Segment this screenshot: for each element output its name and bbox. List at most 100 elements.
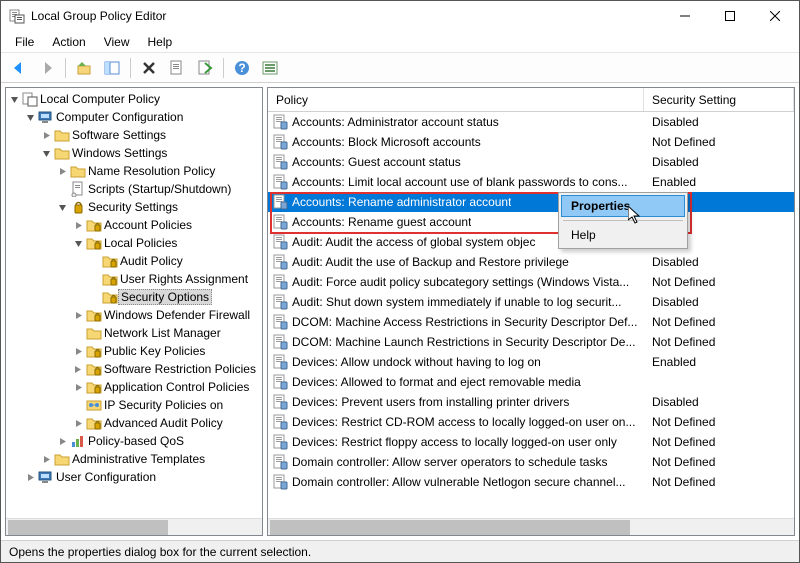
policy-setting: Not Defined: [644, 415, 794, 429]
toolbar-separator: [223, 58, 224, 78]
expand-icon[interactable]: [70, 415, 86, 431]
maximize-button[interactable]: [707, 2, 752, 30]
policy-row[interactable]: DCOM: Machine Access Restrictions in Sec…: [268, 312, 794, 332]
policy-row[interactable]: Accounts: Rename administrator accountat…: [268, 192, 794, 212]
show-hide-tree-button[interactable]: [100, 56, 124, 80]
context-menu-help[interactable]: Help: [561, 224, 685, 246]
tree-node[interactable]: Public Key Policies: [6, 342, 262, 360]
horizontal-scrollbar[interactable]: [6, 518, 262, 535]
policy-row[interactable]: Audit: Audit the use of Backup and Resto…: [268, 252, 794, 272]
fold-icon: [86, 325, 102, 341]
tree-node[interactable]: Security Settings: [6, 198, 262, 216]
delete-button[interactable]: [137, 56, 161, 80]
expand-icon[interactable]: [70, 379, 86, 395]
policy-row[interactable]: Domain controller: Allow server operator…: [268, 452, 794, 472]
context-menu-properties[interactable]: Properties: [561, 195, 685, 217]
policy-row[interactable]: Domain controller: Allow vulnerable Netl…: [268, 472, 794, 492]
policy-list[interactable]: Accounts: Administrator account statusDi…: [268, 112, 794, 518]
collapse-icon[interactable]: [22, 109, 38, 125]
policy-name: Domain controller: Allow vulnerable Netl…: [292, 475, 626, 489]
column-policy[interactable]: Policy: [268, 88, 644, 111]
filter-button[interactable]: [258, 56, 282, 80]
policy-setting: Enabled: [644, 175, 794, 189]
tree-node[interactable]: Advanced Audit Policy: [6, 414, 262, 432]
tree-node[interactable]: Policy-based QoS: [6, 432, 262, 450]
tree-node[interactable]: Windows Settings: [6, 144, 262, 162]
collapse-icon[interactable]: [70, 235, 86, 251]
policy-name: Devices: Allowed to format and eject rem…: [292, 375, 581, 389]
expand-icon[interactable]: [54, 433, 70, 449]
policy-row[interactable]: Accounts: Block Microsoft accountsNot De…: [268, 132, 794, 152]
tree-node[interactable]: Security Options: [6, 288, 262, 306]
policy-row[interactable]: Devices: Restrict floppy access to local…: [268, 432, 794, 452]
policy-row[interactable]: Accounts: Limit local account use of bla…: [268, 172, 794, 192]
tree-node[interactable]: Administrative Templates: [6, 450, 262, 468]
expand-icon[interactable]: [70, 217, 86, 233]
pc-icon: [38, 109, 54, 125]
collapse-icon[interactable]: [6, 91, 22, 107]
tree-spacer: [70, 325, 86, 341]
expand-icon[interactable]: [38, 127, 54, 143]
policy-name: Devices: Allow undock without having to …: [292, 355, 541, 369]
policy-row[interactable]: Devices: Allow undock without having to …: [268, 352, 794, 372]
tree-node[interactable]: Software Restriction Policies: [6, 360, 262, 378]
tree-spacer: [86, 253, 102, 269]
policy-row[interactable]: Devices: Restrict CD-ROM access to local…: [268, 412, 794, 432]
policy-row[interactable]: Audit: Audit the access of global system…: [268, 232, 794, 252]
policy-row[interactable]: Accounts: Guest account statusDisabled: [268, 152, 794, 172]
tree-node[interactable]: Local Policies: [6, 234, 262, 252]
policy-row[interactable]: Accounts: Administrator account statusDi…: [268, 112, 794, 132]
tree-node[interactable]: Name Resolution Policy: [6, 162, 262, 180]
tree-node[interactable]: Windows Defender Firewall: [6, 306, 262, 324]
expand-icon[interactable]: [70, 361, 86, 377]
collapse-icon[interactable]: [54, 199, 70, 215]
console-tree[interactable]: Local Computer PolicyComputer Configurat…: [6, 88, 262, 518]
help-button[interactable]: ?: [230, 56, 254, 80]
export-list-button[interactable]: [193, 56, 217, 80]
tree-node[interactable]: Audit Policy: [6, 252, 262, 270]
tree-node[interactable]: Computer Configuration: [6, 108, 262, 126]
tree-node[interactable]: Application Control Policies: [6, 378, 262, 396]
menu-help[interactable]: Help: [140, 33, 181, 51]
pc-icon: [38, 469, 54, 485]
tree-node[interactable]: Account Policies: [6, 216, 262, 234]
tree-node[interactable]: Software Settings: [6, 126, 262, 144]
policy-icon: [272, 394, 288, 410]
up-button[interactable]: [72, 56, 96, 80]
close-button[interactable]: [752, 2, 797, 30]
horizontal-scrollbar[interactable]: [268, 518, 794, 535]
back-button[interactable]: [7, 56, 31, 80]
forward-button[interactable]: [35, 56, 59, 80]
expand-icon[interactable]: [22, 469, 38, 485]
tree-node[interactable]: User Rights Assignment: [6, 270, 262, 288]
menu-file[interactable]: File: [7, 33, 42, 51]
menu-action[interactable]: Action: [44, 33, 93, 51]
column-setting[interactable]: Security Setting: [644, 88, 794, 111]
lfold-icon: [86, 379, 102, 395]
minimize-button[interactable]: [662, 2, 707, 30]
policy-row[interactable]: Accounts: Rename guest account: [268, 212, 794, 232]
policy-setting: Enabled: [644, 355, 794, 369]
tree-node-label: IP Security Policies on: [102, 398, 225, 412]
expand-icon[interactable]: [38, 451, 54, 467]
expand-icon[interactable]: [54, 163, 70, 179]
tree-node[interactable]: Local Computer Policy: [6, 90, 262, 108]
policy-name: Audit: Audit the access of global system…: [292, 235, 535, 249]
policy-row[interactable]: Devices: Allowed to format and eject rem…: [268, 372, 794, 392]
policy-icon: [272, 454, 288, 470]
tree-node[interactable]: Network List Manager: [6, 324, 262, 342]
menu-view[interactable]: View: [96, 33, 138, 51]
policy-row[interactable]: Audit: Force audit policy subcategory se…: [268, 272, 794, 292]
collapse-icon[interactable]: [38, 145, 54, 161]
expand-icon[interactable]: [70, 307, 86, 323]
policy-icon: [272, 154, 288, 170]
properties-button[interactable]: [165, 56, 189, 80]
policy-icon: [272, 414, 288, 430]
tree-node[interactable]: IP Security Policies on: [6, 396, 262, 414]
tree-node[interactable]: Scripts (Startup/Shutdown): [6, 180, 262, 198]
policy-row[interactable]: Audit: Shut down system immediately if u…: [268, 292, 794, 312]
policy-row[interactable]: Devices: Prevent users from installing p…: [268, 392, 794, 412]
policy-row[interactable]: DCOM: Machine Launch Restrictions in Sec…: [268, 332, 794, 352]
tree-node[interactable]: User Configuration: [6, 468, 262, 486]
expand-icon[interactable]: [70, 343, 86, 359]
